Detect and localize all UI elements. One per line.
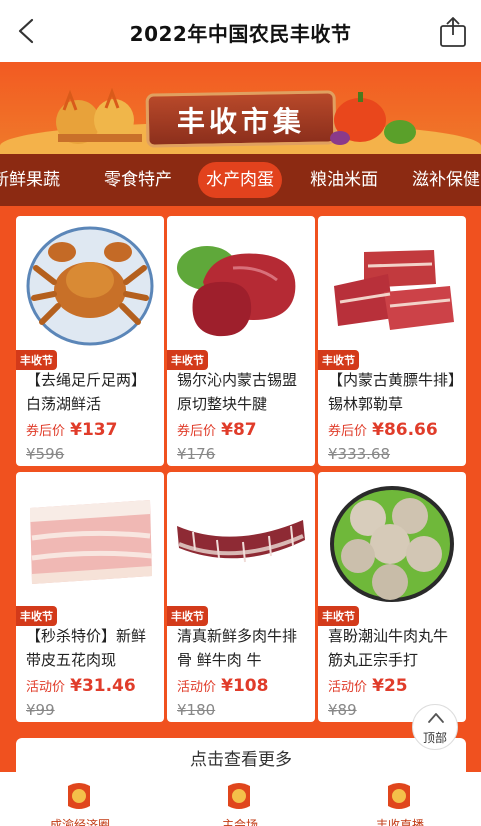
price: ¥87	[221, 420, 257, 440]
product-card[interactable]: 丰收节 喜盼潮汕牛肉丸牛筋丸正宗手打 活动价 ¥25 ¥89	[318, 472, 466, 722]
nav-item-main-venue[interactable]: 主会场	[160, 772, 320, 826]
tab-fresh-produce[interactable]: 新鲜果蔬	[0, 154, 60, 206]
original-price: ¥89	[328, 701, 357, 719]
price-label: 券后价	[328, 424, 368, 439]
price-label: 券后价	[177, 424, 217, 439]
festival-badge-icon	[68, 783, 90, 809]
festival-tag: 丰收节	[16, 350, 57, 370]
share-icon[interactable]	[438, 16, 468, 48]
market-page: 丰收市集 新鲜果蔬 零食特产 水产肉蛋 粮油米面 滋补保健 丰收节 【去绳足斤足…	[0, 62, 481, 826]
beef-ribs-image	[334, 250, 454, 330]
category-tabs: 新鲜果蔬 零食特产 水产肉蛋 粮油米面 滋补保健	[0, 154, 481, 206]
festival-tag: 丰收节	[167, 606, 208, 626]
original-price: ¥596	[26, 445, 65, 463]
festival-tag: 丰收节	[167, 350, 208, 370]
chevron-up-icon	[428, 713, 444, 723]
pork-belly-image	[30, 500, 153, 584]
product-card[interactable]: 丰收节 【秒杀特价】新鲜带皮五花肉现 活动价 ¥31.46 ¥99	[16, 472, 164, 722]
back-to-top-button[interactable]: 顶部	[412, 704, 458, 750]
product-name: 【内蒙古黄膘牛排】锡林郭勒草	[328, 371, 456, 413]
price-label: 活动价	[177, 680, 217, 695]
beef-balls-image	[330, 486, 454, 602]
product-name: 【去绳足斤足两】白荡湖鲜活	[26, 371, 147, 413]
product-card[interactable]: 丰收节 清真新鲜多肉牛排骨 鲜牛肉 牛 活动价 ¥108 ¥180	[167, 472, 315, 722]
festival-tag: 丰收节	[16, 606, 57, 626]
price-row: 活动价 ¥108	[177, 676, 268, 696]
original-price: ¥180	[177, 701, 216, 719]
festival-badge-icon	[228, 783, 250, 809]
beef-ribs-long-image	[177, 520, 305, 563]
product-name: 喜盼潮汕牛肉丸牛筋丸正宗手打	[328, 627, 449, 669]
price-label: 活动价	[328, 680, 368, 695]
product-name: 清真新鲜多肉牛排骨 鲜牛肉 牛	[177, 627, 298, 669]
price-label: 券后价	[26, 424, 66, 439]
festival-badge-icon	[388, 783, 410, 809]
nav-item-economic-circle[interactable]: 成渝经济圈	[0, 772, 160, 826]
original-price: ¥99	[26, 701, 55, 719]
product-name: 【秒杀特价】新鲜带皮五花肉现	[26, 627, 147, 669]
price-row: 券后价 ¥86.66	[328, 420, 438, 440]
page-title: 2022年中国农民丰收节	[129, 22, 352, 46]
harvest-banner: 丰收市集	[0, 62, 481, 154]
pumpkin-vegetables-icon	[330, 92, 416, 145]
product-card[interactable]: 丰收节 【内蒙古黄膘牛排】锡林郭勒草 券后价 ¥86.66 ¥333.68	[318, 216, 466, 466]
price: ¥137	[70, 420, 118, 440]
tab-health[interactable]: 滋补保健	[412, 154, 480, 206]
tab-seafood-meat-eggs[interactable]: 水产肉蛋	[198, 162, 282, 198]
price: ¥86.66	[372, 420, 438, 440]
festival-tag: 丰收节	[318, 606, 359, 626]
banner-title: 丰收市集	[176, 105, 305, 138]
price-row: 券后价 ¥137	[26, 420, 117, 440]
tab-snacks[interactable]: 零食特产	[104, 154, 172, 206]
nav-label: 主会场	[221, 818, 258, 826]
original-price: ¥176	[177, 445, 216, 463]
product-card[interactable]: 丰收节 锡尔沁内蒙古锡盟原切整块牛腱 券后价 ¥87 ¥176	[167, 216, 315, 466]
bottom-nav: 成渝经济圈 主会场 丰收直播	[0, 772, 481, 826]
product-name: 锡尔沁内蒙古锡盟原切整块牛腱	[177, 371, 298, 413]
price: ¥25	[372, 676, 408, 696]
grain-sack-illustration-icon	[56, 88, 142, 144]
nav-item-live-stream[interactable]: 丰收直播	[320, 772, 480, 826]
original-price: ¥333.68	[328, 445, 391, 463]
price: ¥108	[221, 676, 269, 696]
product-card[interactable]: 丰收节 【去绳足斤足两】白荡湖鲜活 券后价 ¥137 ¥596	[16, 216, 164, 466]
price-row: 活动价 ¥31.46	[26, 676, 136, 696]
festival-tag: 丰收节	[318, 350, 359, 370]
beef-shank-image	[177, 246, 296, 337]
top-bar: 2022年中国农民丰收节	[0, 0, 481, 62]
nav-label: 丰收直播	[375, 818, 424, 826]
price: ¥31.46	[70, 676, 136, 696]
price-row: 券后价 ¥87	[177, 420, 257, 440]
nav-label: 成渝经济圈	[49, 818, 110, 826]
price-label: 活动价	[26, 680, 66, 695]
price-row: 活动价 ¥25	[328, 676, 408, 696]
back-to-top-label: 顶部	[422, 731, 447, 745]
crab-image	[26, 226, 154, 346]
tab-grain-oil[interactable]: 粮油米面	[310, 154, 378, 206]
